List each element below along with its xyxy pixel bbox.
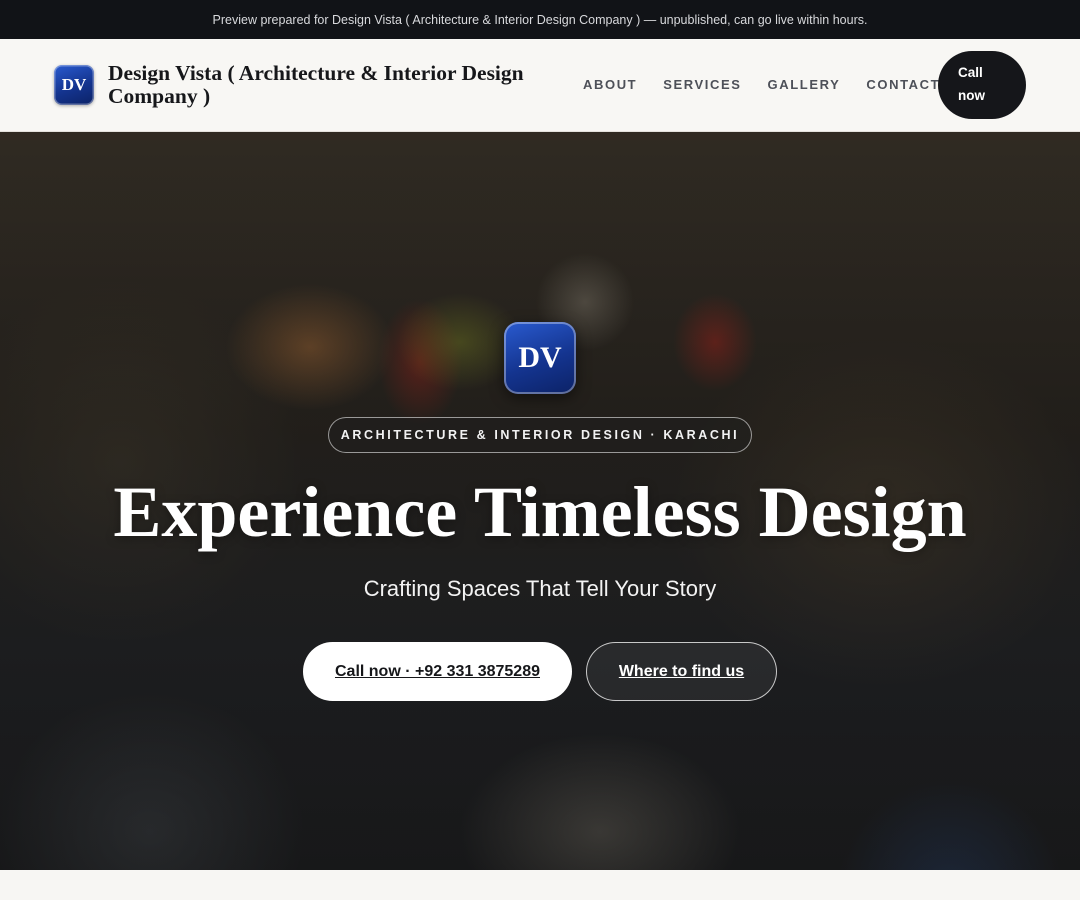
preview-banner: Preview prepared for Design Vista ( Arch… [0,0,1080,39]
nav-about[interactable]: ABOUT [583,77,637,93]
call-label-line2: now [958,88,985,103]
hero-logo-icon: DV [504,322,576,394]
hero-eyebrow-badge: ARCHITECTURE & INTERIOR DESIGN · KARACHI [328,417,752,453]
nav-contact[interactable]: CONTACT [866,77,940,93]
next-section [0,870,1080,900]
call-now-button[interactable]: Call now · +92 331 3875289 [303,642,572,701]
site-header: DV Design Vista ( Architecture & Interio… [0,39,1080,132]
header-call-button[interactable]: Call now [938,51,1026,119]
find-us-button[interactable]: Where to find us [586,642,777,701]
preview-notice: Preview prepared for Design Vista ( Arch… [212,12,868,27]
hero-subtitle: Crafting Spaces That Tell Your Story [363,576,717,601]
logo-icon[interactable]: DV [54,65,94,105]
hero-section: DV ARCHITECTURE & INTERIOR DESIGN · KARA… [0,132,1080,870]
call-label-line1: Call [958,65,983,80]
hero-title: Experience Timeless Design [113,472,967,552]
nav-services[interactable]: SERVICES [663,77,741,93]
nav-gallery[interactable]: GALLERY [768,77,841,93]
main-nav: ABOUT SERVICES GALLERY CONTACT [583,77,940,93]
brand-name[interactable]: Design Vista ( Architecture & Interior D… [108,62,558,108]
